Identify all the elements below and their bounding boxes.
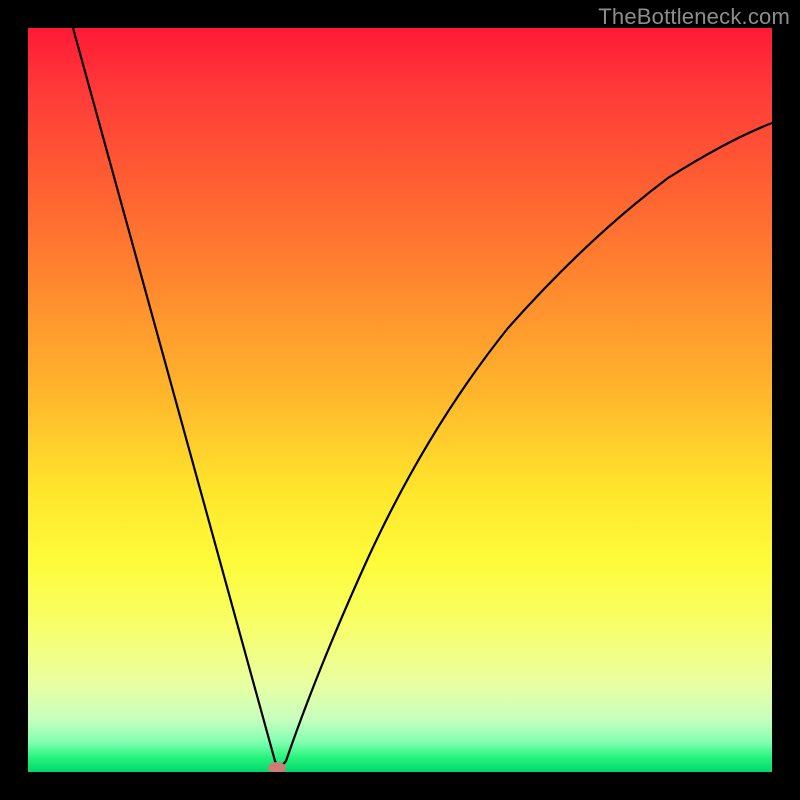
watermark-text: TheBottleneck.com: [598, 4, 790, 30]
bottleneck-curve: [28, 28, 772, 772]
curve-path: [73, 28, 772, 766]
chart-frame: TheBottleneck.com: [0, 0, 800, 800]
plot-area: [28, 28, 772, 772]
